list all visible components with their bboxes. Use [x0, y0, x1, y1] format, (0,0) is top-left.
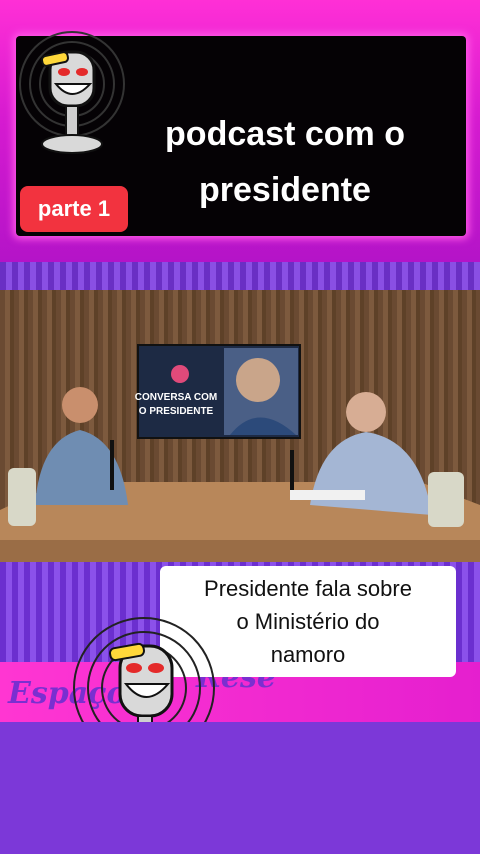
screen-text-2: O PRESIDENTE: [139, 406, 214, 417]
title-line-1: podcast com o: [165, 115, 405, 153]
microphone-mascot-icon: [19, 31, 125, 154]
title-line-2: presidente: [199, 171, 371, 209]
video-frame: CONVERSA COM O PRESIDENTE: [0, 290, 480, 562]
bottom-area: [0, 722, 480, 854]
studio-scene-icon: CONVERSA COM O PRESIDENTE: [0, 344, 480, 562]
screen-text-1: CONVERSA COM: [135, 392, 217, 403]
title-text: podcast com o presidente: [120, 106, 450, 218]
part-badge: parte 1: [20, 186, 128, 232]
